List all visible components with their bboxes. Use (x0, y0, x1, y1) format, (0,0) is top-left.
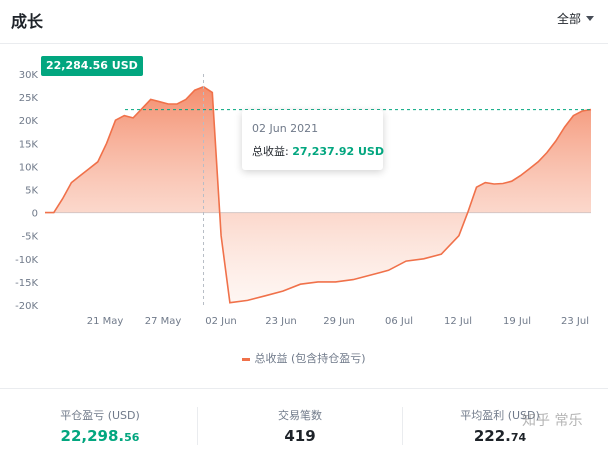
x-tick-label: 21 May (87, 316, 124, 327)
y-tick-label: 15K (19, 139, 39, 150)
x-tick-label: 29 Jun (323, 316, 355, 327)
legend-label: 总收益 (包含持仓盈亏) (254, 352, 366, 365)
watermark: 知乎 常乐 (522, 413, 583, 429)
chart-legend[interactable]: 总收益 (包含持仓盈亏) (0, 350, 608, 366)
y-tick-label: 5K (25, 186, 38, 197)
y-tick-label: 10K (19, 162, 39, 173)
tooltip-label: 总收益: (252, 145, 289, 158)
x-tick-label: 02 Jun (205, 316, 237, 327)
y-tick-label: 20K (19, 116, 39, 127)
stat-closed-pnl: 平仓盈亏 (USD) 22,298.56 (0, 407, 200, 445)
x-tick-label: 27 May (145, 316, 182, 327)
y-tick-label: 25K (19, 93, 39, 104)
y-tick-label: -15K (15, 278, 38, 289)
page-title: 成长 (11, 12, 44, 31)
header: 成长 全部 (0, 0, 608, 44)
tooltip-value: 27,237.92 USD (292, 145, 384, 158)
x-tick-label: 23 Jul (561, 316, 589, 327)
period-filter-label: 全部 (556, 12, 581, 26)
tooltip-date: 02 Jun 2021 (252, 122, 319, 135)
caret-down-icon (586, 16, 594, 21)
x-tick-label: 19 Jul (503, 316, 531, 327)
y-tick-label: 30K (19, 70, 39, 81)
legend-swatch (242, 357, 251, 361)
stat-label: 交易笔数 (278, 409, 322, 422)
period-filter-dropdown[interactable]: 全部 (557, 10, 594, 27)
y-tick-label: -20K (15, 301, 38, 312)
chart-tooltip: 02 Jun 2021 总收益: 27,237.92 USD (242, 110, 384, 170)
growth-chart-area[interactable]: 30K 25K 20K 15K 10K 5K 0 -5K -10K -15K -20K 21 May… (0, 44, 608, 344)
y-tick-label: -10K (15, 255, 38, 266)
stat-divider (197, 407, 198, 445)
x-tick-label: 23 Jun (265, 316, 297, 327)
y-tick-label: -5K (21, 232, 38, 243)
tooltip-line: 总收益: 27,237.92 USD (252, 143, 384, 159)
stat-label: 平仓盈亏 (USD) (60, 409, 140, 422)
stat-value: 22,298.56 (60, 427, 140, 445)
current-value-badge: 22,284.56 USD (41, 56, 143, 76)
growth-chart[interactable]: 30K 25K 20K 15K 10K 5K 0 -5K -10K -15K -20K 21 May… (0, 44, 608, 344)
stats-bar: 平仓盈亏 (USD) 22,298.56 交易笔数 419 平均盈利 (USD)… (0, 388, 608, 452)
stat-trade-count: 交易笔数 419 (200, 407, 400, 445)
stat-value: 419 (284, 427, 316, 445)
x-tick-label: 06 Jul (385, 316, 413, 327)
y-tick-label: 0 (32, 209, 38, 220)
x-tick-label: 12 Jul (444, 316, 472, 327)
